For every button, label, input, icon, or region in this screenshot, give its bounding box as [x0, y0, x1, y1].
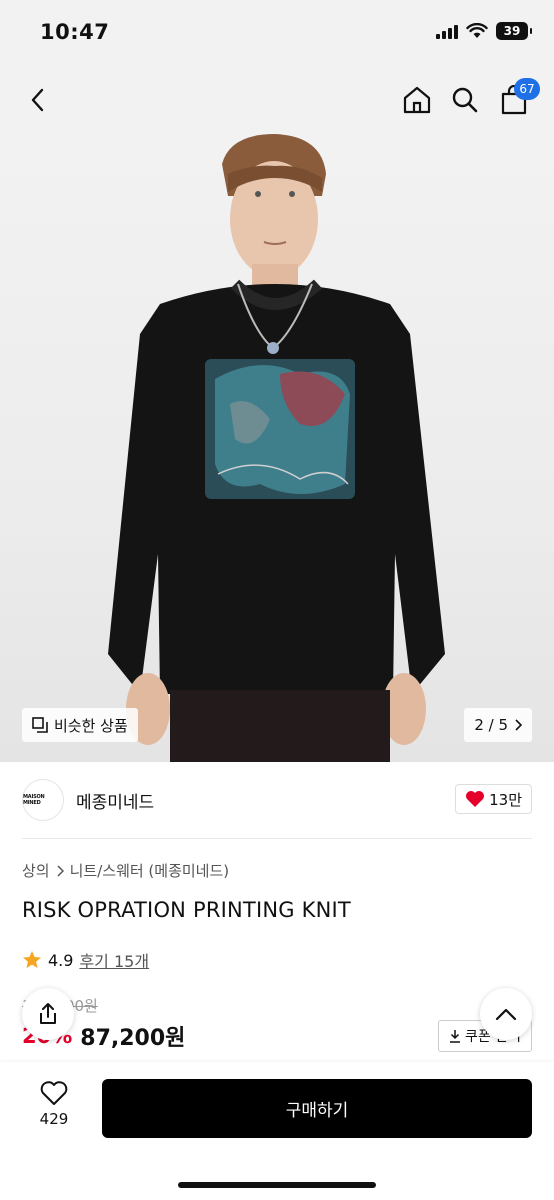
- buy-button[interactable]: 구매하기: [102, 1079, 532, 1138]
- brand-like-count: 13만: [489, 790, 522, 809]
- star-icon: [23, 951, 41, 968]
- cart-button[interactable]: 67: [494, 78, 540, 120]
- sale-price: 87,200원: [80, 1026, 186, 1051]
- chevron-right-icon: [57, 864, 64, 877]
- search-icon: [452, 87, 478, 113]
- status-time: 10:47: [40, 20, 110, 44]
- wifi-icon: [466, 23, 488, 38]
- similar-products-label: 비슷한 상품: [54, 716, 128, 735]
- home-icon: [403, 86, 431, 114]
- product-photo: [108, 134, 445, 762]
- chevron-up-icon: [495, 1008, 517, 1021]
- wishlist-button[interactable]: 429: [28, 1080, 80, 1128]
- search-button[interactable]: [445, 80, 485, 120]
- share-button[interactable]: [22, 988, 74, 1040]
- signal-icon: [436, 23, 458, 39]
- similar-products-button[interactable]: 비슷한 상품: [22, 708, 138, 742]
- rating-score: 4.9: [48, 950, 74, 970]
- brand-like-button[interactable]: 13만: [455, 784, 532, 814]
- brand-name[interactable]: 메종미네드: [76, 788, 154, 813]
- heart-icon: [466, 791, 485, 807]
- back-button[interactable]: [18, 80, 58, 120]
- breadcrumb: 상의 니트/스웨터 (메종미네드): [22, 860, 229, 881]
- wishlist-count: 429: [39, 1110, 69, 1128]
- product-image[interactable]: 비슷한 상품 2 / 5: [0, 134, 554, 762]
- brand-logo: MAISON MINED: [22, 779, 64, 821]
- brand-row[interactable]: MAISON MINED 메종미네드 13만: [22, 778, 532, 822]
- bottom-action-bar: 429 구매하기: [0, 1062, 554, 1200]
- status-bar: 10:47 39: [0, 0, 554, 66]
- scroll-top-button[interactable]: [480, 988, 532, 1040]
- image-pager[interactable]: 2 / 5: [464, 708, 532, 742]
- product-title: RISK OPRATION PRINTING KNIT: [22, 898, 351, 922]
- review-count-link[interactable]: 후기 15개: [79, 948, 149, 972]
- share-icon: [40, 1003, 56, 1024]
- image-pager-label: 2 / 5: [474, 716, 508, 734]
- cart-count-badge: 67: [514, 78, 540, 100]
- copy-icon: [32, 717, 48, 733]
- chevron-left-icon: [31, 88, 44, 112]
- nav-bar: 67: [0, 66, 554, 134]
- chevron-right-icon: [515, 719, 522, 731]
- rating-row: 4.9 후기 15개: [22, 948, 149, 972]
- heart-outline-icon: [40, 1081, 68, 1105]
- divider: [22, 838, 532, 839]
- download-icon: [450, 1030, 461, 1043]
- battery-icon: 39: [496, 22, 532, 40]
- home-button[interactable]: [397, 80, 437, 120]
- breadcrumb-category[interactable]: 상의: [22, 860, 50, 881]
- breadcrumb-subcategory[interactable]: 니트/스웨터 (메종미네드): [70, 860, 230, 881]
- home-indicator: [178, 1182, 376, 1188]
